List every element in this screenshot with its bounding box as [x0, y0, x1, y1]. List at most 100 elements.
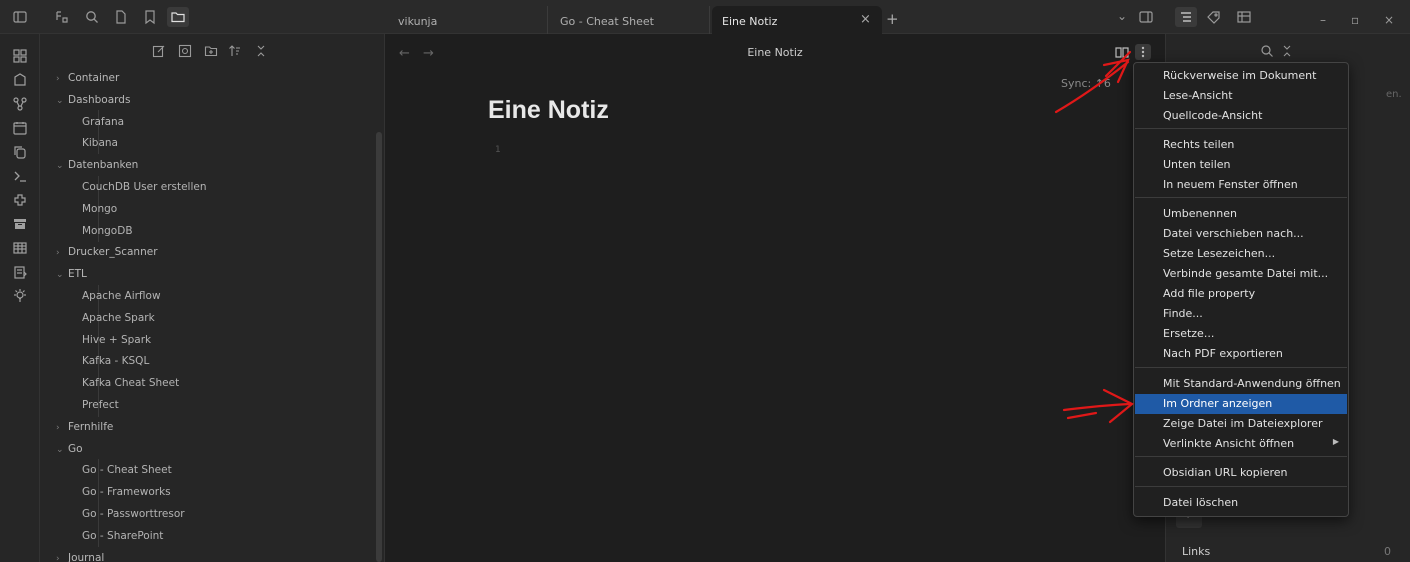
reading-view-icon[interactable] [1114, 44, 1130, 60]
tab-eine-notiz[interactable]: Eine Notiz [712, 6, 882, 34]
menu-item[interactable]: In neuem Fenster öffnen [1135, 175, 1347, 195]
maximize-button[interactable]: ▫ [1351, 13, 1359, 27]
tree-folder[interactable]: › Fernhilfe [56, 421, 113, 433]
menu-item[interactable]: Quellcode-Ansicht [1135, 106, 1347, 126]
tree-folder[interactable]: › Container [56, 72, 119, 84]
menu-item[interactable]: Verbinde gesamte Datei mit... [1135, 264, 1347, 284]
tree-file[interactable]: Apache Spark [82, 312, 155, 324]
tags-pane-icon[interactable] [1206, 9, 1222, 25]
tree-file[interactable]: Hive + Spark [82, 334, 151, 346]
tree-file[interactable]: Kafka Cheat Sheet [82, 377, 179, 389]
tree-file[interactable]: Prefect [82, 399, 119, 411]
sidebar-toggle-icon[interactable] [12, 9, 28, 25]
chevron-down-icon: ⌄ [56, 95, 64, 106]
tab-list-chevron-icon[interactable]: ⌄ [1117, 9, 1127, 23]
outline-empty-hint: en. [1386, 89, 1402, 100]
tree-file[interactable]: Kibana [82, 137, 118, 149]
menu-item[interactable]: Lese-Ansicht [1135, 86, 1347, 106]
bookmark-icon[interactable] [142, 9, 158, 25]
copy-icon[interactable] [12, 144, 28, 160]
menu-item[interactable]: Mit Standard-Anwendung öffnen [1135, 374, 1347, 394]
collapse-icon[interactable] [1280, 44, 1294, 58]
tree-item-label: Hive + Spark [82, 333, 152, 346]
tree-file[interactable]: Grafana [82, 116, 124, 128]
right-sidebar-toggle-icon[interactable] [1138, 9, 1154, 25]
tree-file[interactable]: Apache Airflow [82, 290, 161, 302]
sort-icon[interactable] [228, 44, 242, 58]
folder-icon[interactable] [167, 7, 189, 27]
clipboard-icon[interactable] [12, 264, 28, 280]
more-options-icon[interactable] [1135, 44, 1151, 60]
tree-file[interactable]: Mongo [82, 203, 117, 215]
collapse-icon[interactable] [254, 44, 268, 58]
menu-item-label: Datei löschen [1163, 496, 1239, 509]
tree-folder[interactable]: ⌄ Go [56, 443, 83, 455]
tree-item-label: Container [68, 72, 120, 84]
menu-item[interactable]: Ersetze... [1135, 324, 1347, 344]
menu-item[interactable]: Finde... [1135, 304, 1347, 324]
plugin-icon[interactable] [12, 192, 28, 208]
table-pane-icon[interactable] [1236, 9, 1252, 25]
archive-icon[interactable] [12, 216, 28, 232]
graph-icon[interactable] [12, 72, 28, 88]
note-title[interactable]: Eine Notiz [488, 96, 609, 125]
tree-file[interactable]: Go - Frameworks [82, 486, 171, 498]
menu-item[interactable]: Unten teilen [1135, 155, 1347, 175]
tree-folder[interactable]: ⌄ Dashboards [56, 94, 130, 106]
minimize-button[interactable]: – [1320, 13, 1326, 27]
tab-go-cheat-sheet[interactable]: Go - Cheat Sheet [550, 6, 710, 34]
menu-item[interactable]: Add file property [1135, 284, 1347, 304]
tab-close-icon[interactable]: × [860, 12, 871, 27]
tree-folder[interactable]: ⌄ ETL [56, 268, 87, 280]
tree-file[interactable]: MongoDB [82, 225, 133, 237]
view-header-title[interactable]: Eine Notiz [385, 46, 1165, 59]
new-tab-icon[interactable]: + [886, 10, 899, 28]
tree-item-label: Drucker_Scanner [68, 246, 158, 259]
menu-item[interactable]: Obsidian URL kopieren [1135, 463, 1347, 483]
tree-folder[interactable]: › Drucker_Scanner [56, 246, 158, 258]
tree-file[interactable]: Go - Passworttresor [82, 508, 185, 520]
tree-item-label: Go [68, 442, 83, 455]
table-icon[interactable] [12, 240, 28, 256]
tree-item-label: Grafana [82, 115, 125, 128]
new-drawing-icon[interactable] [178, 44, 192, 58]
terminal-icon[interactable] [12, 168, 28, 184]
tab-label: Go - Cheat Sheet [560, 15, 654, 28]
file-icon[interactable] [113, 9, 129, 25]
menu-item[interactable]: Datei löschen [1135, 493, 1347, 513]
tree-file[interactable]: Go - Cheat Sheet [82, 464, 172, 476]
menu-item-label: Ersetze... [1163, 327, 1215, 340]
tags-icon[interactable] [54, 9, 70, 25]
menu-item[interactable]: Verlinkte Ansicht öffnen ▶ [1135, 434, 1347, 454]
close-window-button[interactable]: × [1384, 13, 1394, 27]
tree-folder[interactable]: › Journal [56, 552, 104, 562]
menu-item[interactable]: Nach PDF exportieren [1135, 344, 1347, 364]
menu-item[interactable]: Umbenennen [1135, 204, 1347, 224]
calendar-icon[interactable] [12, 120, 28, 136]
new-folder-icon[interactable] [204, 44, 218, 58]
switcher-icon[interactable] [12, 48, 28, 64]
tab-vikunja[interactable]: vikunja [388, 6, 548, 34]
links-label[interactable]: Links [1182, 545, 1210, 558]
explorer-scrollbar[interactable] [376, 132, 382, 562]
menu-item[interactable]: Zeige Datei im Dateiexplorer [1135, 414, 1347, 434]
canvas-icon[interactable] [12, 96, 28, 112]
menu-item[interactable]: Rückverweise im Dokument [1135, 66, 1347, 86]
menu-item[interactable]: Setze Lesezeichen... [1135, 244, 1347, 264]
new-note-icon[interactable] [152, 44, 166, 58]
tree-folder[interactable]: ⌄ Datenbanken [56, 159, 138, 171]
tree-file[interactable]: Kafka - KSQL [82, 355, 149, 367]
menu-item-label: Add file property [1163, 287, 1256, 300]
tree-file[interactable]: CouchDB User erstellen [82, 181, 207, 193]
lightbulb-icon[interactable] [12, 288, 28, 304]
search-icon[interactable] [1260, 44, 1274, 58]
tree-file[interactable]: Go - SharePoint [82, 530, 163, 542]
chevron-down-icon: ⌄ [56, 270, 64, 281]
tree-item-label: Datenbanken [68, 159, 139, 172]
menu-item-label: Mit Standard-Anwendung öffnen [1163, 377, 1341, 390]
menu-item[interactable]: Datei verschieben nach... [1135, 224, 1347, 244]
search-icon[interactable] [84, 9, 100, 25]
menu-item[interactable]: Rechts teilen [1135, 135, 1347, 155]
outline-icon[interactable] [1175, 7, 1197, 27]
menu-item[interactable]: Im Ordner anzeigen [1135, 394, 1347, 414]
